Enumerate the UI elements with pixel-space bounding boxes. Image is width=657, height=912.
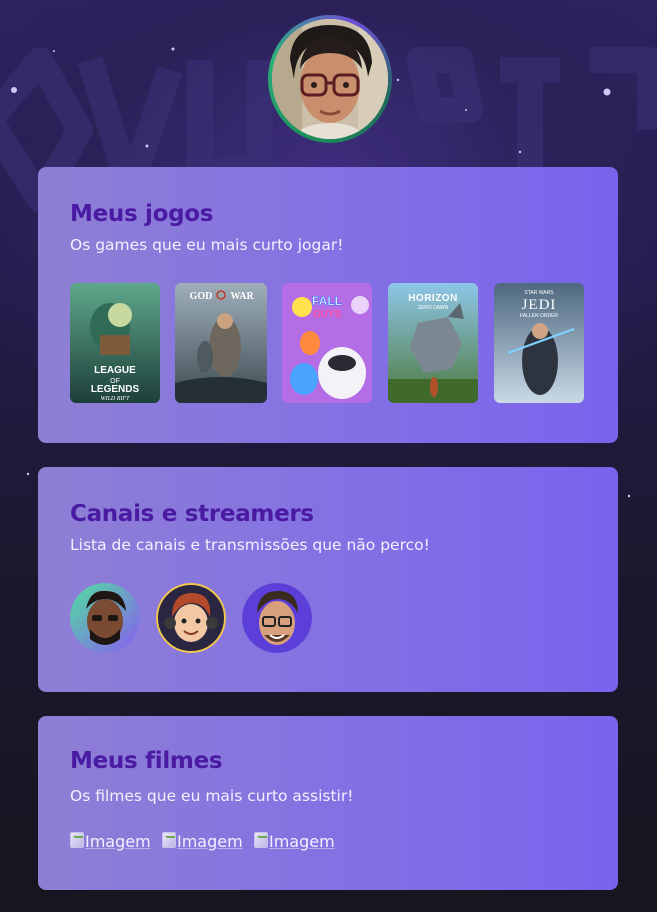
streamer-avatar-2-icon: [156, 583, 226, 653]
jedi-fallen-order-cover-icon: STAR WARS JEDI FALLEN ORDER: [494, 283, 584, 403]
games-title: Meus jogos: [70, 201, 214, 227]
svg-text:GOD: GOD: [190, 291, 213, 302]
streamer-avatar-2[interactable]: [156, 583, 226, 653]
film-image-alt: Imagem: [269, 832, 335, 851]
god-of-war-cover-icon: GOD WAR: [175, 283, 267, 403]
svg-text:WILD RIFT: WILD RIFT: [101, 396, 130, 402]
streamer-avatar-3-icon: [242, 583, 312, 653]
svg-text:FALL: FALL: [312, 294, 342, 308]
svg-text:LEAGUE: LEAGUE: [94, 365, 136, 376]
film-image-1[interactable]: Imagem: [70, 831, 151, 851]
lol-wild-rift-cover-icon: LEAGUE OF LEGENDS WILD RIFT: [70, 283, 160, 403]
svg-text:FALLEN ORDER: FALLEN ORDER: [520, 313, 558, 319]
svg-text:STAR WARS: STAR WARS: [524, 290, 554, 296]
game-cover-god-of-war[interactable]: GOD WAR: [175, 283, 267, 403]
horizon-zero-dawn-cover-icon: HORIZON ZERO DAWN: [388, 283, 478, 403]
profile-avatar[interactable]: [268, 15, 392, 143]
films-section: Meus filmes Os filmes que eu mais curto …: [38, 716, 618, 890]
streamer-avatar-1[interactable]: [70, 583, 140, 653]
game-cover-lol-wild-rift[interactable]: LEAGUE OF LEGENDS WILD RIFT: [70, 283, 160, 403]
svg-text:HORIZON: HORIZON: [408, 293, 458, 304]
broken-image-icon: [70, 831, 84, 848]
film-image-alt: Imagem: [85, 832, 151, 851]
film-image-alt: Imagem: [177, 832, 243, 851]
film-image-3[interactable]: Imagem: [254, 831, 335, 851]
games-section: Meus jogos Os games que eu mais curto jo…: [38, 167, 618, 443]
svg-text:JEDI: JEDI: [522, 297, 557, 313]
broken-image-icon: [162, 831, 176, 848]
svg-text:WAR: WAR: [230, 291, 254, 302]
films-title: Meus filmes: [70, 748, 223, 774]
svg-text:ZERO DAWN: ZERO DAWN: [418, 305, 449, 311]
game-cover-jedi-fallen-order[interactable]: STAR WARS JEDI FALLEN ORDER: [494, 283, 584, 403]
game-cover-horizon-zero-dawn[interactable]: HORIZON ZERO DAWN: [388, 283, 478, 403]
streamers-subtitle: Lista de canais e transmissões que não p…: [70, 536, 430, 554]
fall-guys-cover-icon: FALL GUYS: [282, 283, 372, 403]
svg-text:GUYS: GUYS: [313, 309, 342, 320]
broken-image-icon: [254, 831, 268, 848]
profile-photo: [272, 19, 388, 139]
streamer-avatar-3[interactable]: [242, 583, 312, 653]
streamers-section: Canais e streamers Lista de canais e tra…: [38, 467, 618, 692]
svg-text:LEGENDS: LEGENDS: [91, 384, 140, 395]
film-image-2[interactable]: Imagem: [162, 831, 243, 851]
films-subtitle: Os filmes que eu mais curto assistir!: [70, 787, 354, 805]
streamers-title: Canais e streamers: [70, 501, 314, 527]
streamer-avatar-1-icon: [70, 583, 140, 653]
games-subtitle: Os games que eu mais curto jogar!: [70, 236, 344, 254]
game-cover-fall-guys[interactable]: FALL GUYS: [282, 283, 372, 403]
